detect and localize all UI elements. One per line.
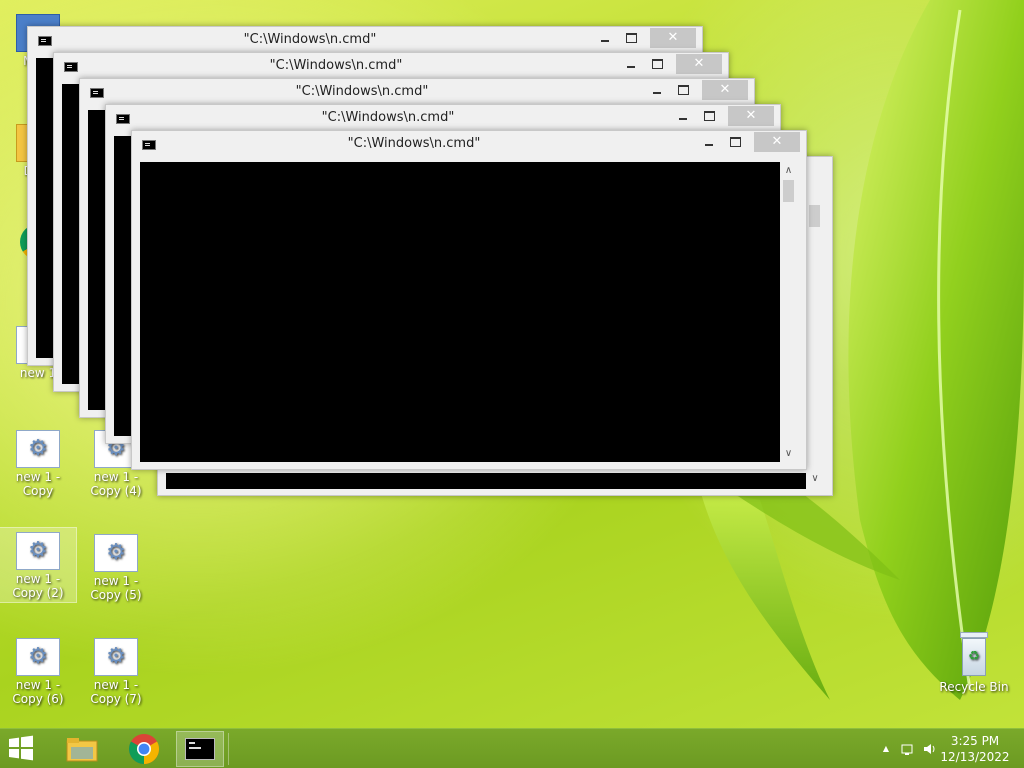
vertical-scrollbar[interactable]: ∧ ∨ (780, 162, 797, 462)
vertical-scrollbar[interactable]: ∨ (806, 157, 824, 489)
maximize-button[interactable] (670, 80, 696, 100)
scrollbar-thumb[interactable] (783, 180, 794, 202)
clock-date: 12/13/2022 (940, 750, 1010, 764)
minimize-button[interactable] (592, 28, 618, 48)
clock-time: 3:25 PM (950, 734, 1000, 748)
desktop-icon-recycle-bin[interactable]: ♻ Recycle Bin (936, 628, 1012, 696)
close-button[interactable]: ✕ (650, 28, 696, 48)
window-title: "C:\Windows\n.cmd" (295, 84, 429, 99)
show-hidden-icons-button[interactable]: ▲ (878, 741, 894, 757)
close-button[interactable]: ✕ (728, 106, 774, 126)
desktop-icon-label: new 1 - Copy (6) (12, 678, 64, 706)
folder-icon (66, 738, 98, 762)
settings-file-icon: ⚙ (16, 430, 60, 468)
settings-file-icon: ⚙ (16, 638, 60, 676)
close-button[interactable]: ✕ (702, 80, 748, 100)
taskbar-stack-indicator (228, 733, 231, 765)
desktop-icon-new-1-copy[interactable]: ⚙ new 1 - Copy (0, 426, 76, 500)
close-button[interactable]: ✕ (754, 132, 800, 152)
desktop-icon-label: Recycle Bin (939, 680, 1009, 694)
settings-file-icon: ⚙ (94, 534, 138, 572)
desktop-icon-label: new 1 - Copy (7) (90, 678, 142, 706)
scrollbar-thumb[interactable] (809, 205, 820, 227)
minimize-button[interactable] (618, 54, 644, 74)
scroll-down-icon[interactable]: ∨ (780, 445, 797, 462)
scroll-up-icon[interactable]: ∧ (780, 162, 797, 179)
window-title: "C:\Windows\n.cmd" (347, 136, 481, 151)
system-tray: ▲ 3:25 PM 12/13/2022 (864, 729, 1024, 768)
minimize-button[interactable] (696, 132, 722, 152)
window-title: "C:\Windows\n.cmd" (321, 110, 455, 125)
settings-file-icon: ⚙ (94, 638, 138, 676)
window-title: "C:\Windows\n.cmd" (269, 58, 403, 73)
taskbar-cmd[interactable] (176, 731, 224, 767)
title-bar[interactable]: "C:\Windows\n.cmd" ✕ (132, 131, 806, 157)
maximize-button[interactable] (618, 28, 644, 48)
desktop-icon-label: new 1 - Copy (2) (12, 572, 64, 600)
desktop-icon-label: new 1 - Copy (15, 470, 61, 498)
settings-file-icon: ⚙ (16, 532, 60, 570)
windows-logo-icon (9, 735, 33, 761)
console-area[interactable] (166, 473, 806, 489)
desktop-icon-label: new 1 - Copy (5) (90, 574, 142, 602)
volume-icon[interactable] (922, 741, 938, 757)
desktop-icon-new-1-copy-7[interactable]: ⚙ new 1 - Copy (7) (78, 634, 154, 708)
network-icon[interactable] (900, 741, 916, 757)
minimize-button[interactable] (670, 106, 696, 126)
maximize-button[interactable] (696, 106, 722, 126)
taskbar-chrome[interactable] (120, 731, 168, 767)
title-bar[interactable]: "C:\Windows\n.cmd" ✕ (54, 53, 728, 79)
window-title: "C:\Windows\n.cmd" (243, 32, 377, 47)
minimize-button[interactable] (644, 80, 670, 100)
scroll-down-icon[interactable]: ∨ (806, 473, 824, 487)
clock[interactable]: 3:25 PM 12/13/2022 (940, 733, 1010, 765)
taskbar-file-explorer[interactable] (58, 731, 106, 767)
desktop-icon-new-1-copy-6[interactable]: ⚙ new 1 - Copy (6) (0, 634, 76, 708)
desktop-icon-label: new 1 - Copy (4) (90, 470, 142, 498)
cmd-icon (185, 738, 215, 760)
title-bar[interactable]: "C:\Windows\n.cmd" ✕ (80, 79, 754, 105)
desktop-icon-new-1-copy-2[interactable]: ⚙ new 1 - Copy (2) (0, 527, 77, 603)
taskbar: ▲ 3:25 PM 12/13/2022 (0, 728, 1024, 768)
start-button[interactable] (6, 735, 42, 763)
desktop-icon-new-1-copy-5[interactable]: ⚙ new 1 - Copy (5) (78, 530, 154, 604)
recycle-bin-icon: ♻ (956, 632, 992, 678)
console-area[interactable] (140, 162, 780, 462)
maximize-button[interactable] (722, 132, 748, 152)
title-bar[interactable]: "C:\Windows\n.cmd" ✕ (28, 27, 702, 53)
chrome-icon (128, 734, 160, 764)
close-button[interactable]: ✕ (676, 54, 722, 74)
title-bar[interactable]: "C:\Windows\n.cmd" ✕ (106, 105, 780, 131)
maximize-button[interactable] (644, 54, 670, 74)
cmd-window-5[interactable]: "C:\Windows\n.cmd" ✕ ∧ ∨ (131, 130, 807, 470)
